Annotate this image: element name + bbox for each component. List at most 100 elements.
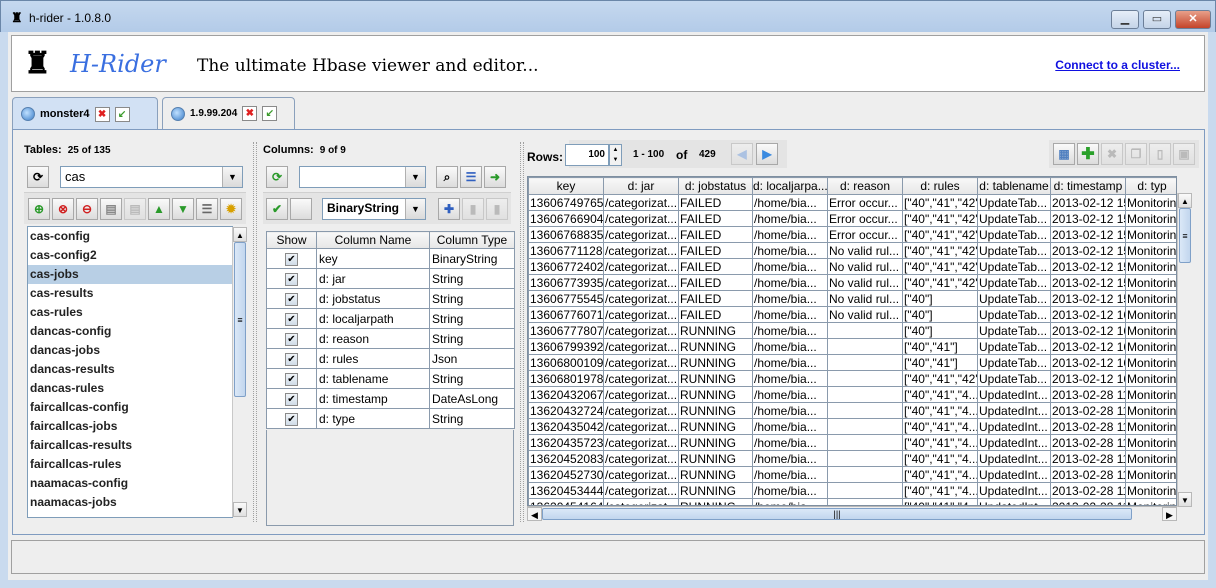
table-row[interactable]: 1362043272484/categorizat...RUNNING/home… — [528, 402, 1176, 419]
cell-dlocaljarpa[interactable]: /home/bia... — [752, 290, 828, 307]
cell-djar[interactable]: /categorizat... — [603, 466, 679, 483]
show-column-checkbox[interactable]: ✔ — [285, 333, 298, 346]
cell-dreason[interactable]: No valid rul... — [827, 274, 903, 291]
scroll-up-arrow-icon[interactable]: ▲ — [1178, 193, 1192, 208]
cell-drules[interactable]: ["40"] — [902, 322, 978, 339]
cell-djar[interactable]: /categorizat... — [603, 498, 679, 505]
cell-dreason[interactable]: No valid rul... — [827, 242, 903, 259]
table-list-item[interactable]: dancas-config — [28, 322, 232, 341]
cell-dtimestamp[interactable]: 2013-02-28 11... — [1050, 482, 1126, 499]
paste-table-button[interactable]: ▤ — [124, 198, 146, 220]
cell-key[interactable]: 1362045208331 — [528, 450, 604, 467]
cell-djobstatus[interactable]: RUNNING — [678, 338, 753, 355]
cell-djobstatus[interactable]: RUNNING — [678, 402, 753, 419]
cell-dreason[interactable]: Error occur... — [827, 210, 903, 227]
close-button[interactable]: ✕ — [1175, 10, 1211, 29]
row-column-header[interactable]: d: typ — [1125, 177, 1176, 195]
cell-dreason[interactable] — [827, 450, 903, 467]
minimize-button[interactable]: ▁ — [1111, 10, 1139, 29]
cell-djobstatus[interactable]: RUNNING — [678, 498, 753, 505]
cell-dtyp[interactable]: Monitorin — [1125, 210, 1176, 227]
cell-djar[interactable]: /categorizat... — [603, 306, 679, 323]
table-filter-combo[interactable]: cas ▼ — [60, 166, 243, 188]
cell-dlocaljarpa[interactable]: /home/bia... — [752, 482, 828, 499]
cell-dtimestamp[interactable]: 2013-02-28 11... — [1050, 434, 1126, 451]
scroll-right-arrow-icon[interactable]: ▶ — [1162, 507, 1177, 521]
table-row[interactable]: 1360676690483/categorizat...FAILED/home/… — [528, 210, 1176, 227]
delete-table-button[interactable]: ⊗ — [52, 198, 74, 220]
table-list-item[interactable]: faircallcas-results — [28, 436, 232, 455]
cell-djobstatus[interactable]: FAILED — [678, 290, 753, 307]
cell-dtablename[interactable]: UpdateTab... — [977, 354, 1051, 371]
cell-drules[interactable]: ["40","41","4... — [902, 402, 978, 419]
cell-dreason[interactable] — [827, 402, 903, 419]
column-type[interactable]: String — [429, 328, 515, 349]
cell-dlocaljarpa[interactable]: /home/bia... — [752, 498, 828, 505]
cell-dtablename[interactable]: UpdateTab... — [977, 194, 1051, 211]
cell-drules[interactable]: ["40","41","4... — [902, 498, 978, 505]
cell-djar[interactable]: /categorizat... — [603, 386, 679, 403]
cell-dtyp[interactable]: Monitorin — [1125, 290, 1176, 307]
column-filter-value[interactable] — [300, 167, 405, 187]
cell-dlocaljarpa[interactable]: /home/bia... — [752, 274, 828, 291]
table-list-item[interactable]: naamacas-jobs — [28, 493, 232, 512]
row-column-header[interactable]: d: jar — [603, 177, 679, 195]
cell-djobstatus[interactable]: FAILED — [678, 194, 753, 211]
cell-dtablename[interactable]: UpdateTab... — [977, 338, 1051, 355]
row-column-header[interactable]: d: rules — [902, 177, 978, 195]
table-row[interactable]: 1360680197864/categorizat...RUNNING/home… — [528, 370, 1176, 387]
maximize-button[interactable]: ▭ — [1143, 10, 1171, 29]
cell-drules[interactable]: ["40","41","42"] — [902, 274, 978, 291]
cell-dtyp[interactable]: Monitorin — [1125, 338, 1176, 355]
cell-dtimestamp[interactable]: 2013-02-28 11... — [1050, 418, 1126, 435]
cell-djobstatus[interactable]: FAILED — [678, 306, 753, 323]
import-table-button[interactable]: ▲ — [148, 198, 170, 220]
cell-djobstatus[interactable]: RUNNING — [678, 466, 753, 483]
cell-dtablename[interactable]: UpdatedInt... — [977, 450, 1051, 467]
cell-drules[interactable]: ["40","41","4... — [902, 482, 978, 499]
cell-dtyp[interactable]: Monitorin — [1125, 306, 1176, 323]
scroll-down-arrow-icon[interactable]: ▼ — [1178, 492, 1192, 507]
cell-dtyp[interactable]: Monitorin — [1125, 258, 1176, 275]
uncheck-all-button[interactable] — [290, 198, 312, 220]
show-column-checkbox[interactable]: ✔ — [285, 373, 298, 386]
cell-dlocaljarpa[interactable]: /home/bia... — [752, 354, 828, 371]
cell-dreason[interactable]: No valid rul... — [827, 258, 903, 275]
cell-djar[interactable]: /categorizat... — [603, 274, 679, 291]
table-list-item[interactable]: dancas-rules — [28, 379, 232, 398]
cell-dtimestamp[interactable]: 2013-02-12 15... — [1050, 258, 1126, 275]
table-list-item[interactable]: cas-results — [28, 284, 232, 303]
columns-list-button[interactable]: ☰ — [460, 166, 482, 188]
page-size-input[interactable]: 100 — [565, 144, 609, 166]
column-name[interactable]: d: rules — [316, 348, 430, 369]
cell-dlocaljarpa[interactable]: /home/bia... — [752, 434, 828, 451]
column-type-combo[interactable]: BinaryString ▼ — [322, 198, 426, 220]
edit-column-button[interactable]: ▮ — [462, 198, 484, 220]
cell-djobstatus[interactable]: RUNNING — [678, 322, 753, 339]
column-type[interactable]: BinaryString — [429, 248, 515, 269]
table-row[interactable]: 1362045416413/categorizat...RUNNING/home… — [528, 498, 1176, 505]
row-column-header[interactable]: d: localjarpa... — [752, 177, 828, 195]
column-header[interactable]: Column Type — [429, 231, 515, 249]
cell-djobstatus[interactable]: RUNNING — [678, 354, 753, 371]
cell-key[interactable]: 1360677240222 — [528, 258, 604, 275]
column-header[interactable]: Show — [266, 231, 317, 249]
table-list-item[interactable]: faircallcas-config — [28, 398, 232, 417]
cell-dtyp[interactable]: Monitorin — [1125, 322, 1176, 339]
cell-dtimestamp[interactable]: 2013-02-12 16... — [1050, 354, 1126, 371]
cell-dtyp[interactable]: Monitorin — [1125, 482, 1176, 499]
cell-drules[interactable]: ["40","41","4... — [902, 386, 978, 403]
cell-dreason[interactable] — [827, 434, 903, 451]
paste-row-button[interactable]: ▯ — [1149, 143, 1171, 165]
tables-list[interactable]: cas-config cas-config2 cas-jobs cas-results… — [27, 226, 233, 518]
apply-columns-button[interactable]: ➜ — [484, 166, 506, 188]
table-metadata-button[interactable]: ☰ — [196, 198, 218, 220]
add-table-button[interactable]: ⊕ — [28, 198, 50, 220]
cell-dreason[interactable]: Error occur... — [827, 194, 903, 211]
truncate-table-button[interactable]: ⊖ — [76, 198, 98, 220]
tab-1-9-99-204[interactable]: 1.9.99.204 ✖ ↙ — [162, 97, 295, 129]
cell-dlocaljarpa[interactable]: /home/bia... — [752, 418, 828, 435]
table-row[interactable]: 1360677240222/categorizat...FAILED/home/… — [528, 258, 1176, 275]
cell-dlocaljarpa[interactable]: /home/bia... — [752, 370, 828, 387]
cell-djobstatus[interactable]: RUNNING — [678, 370, 753, 387]
